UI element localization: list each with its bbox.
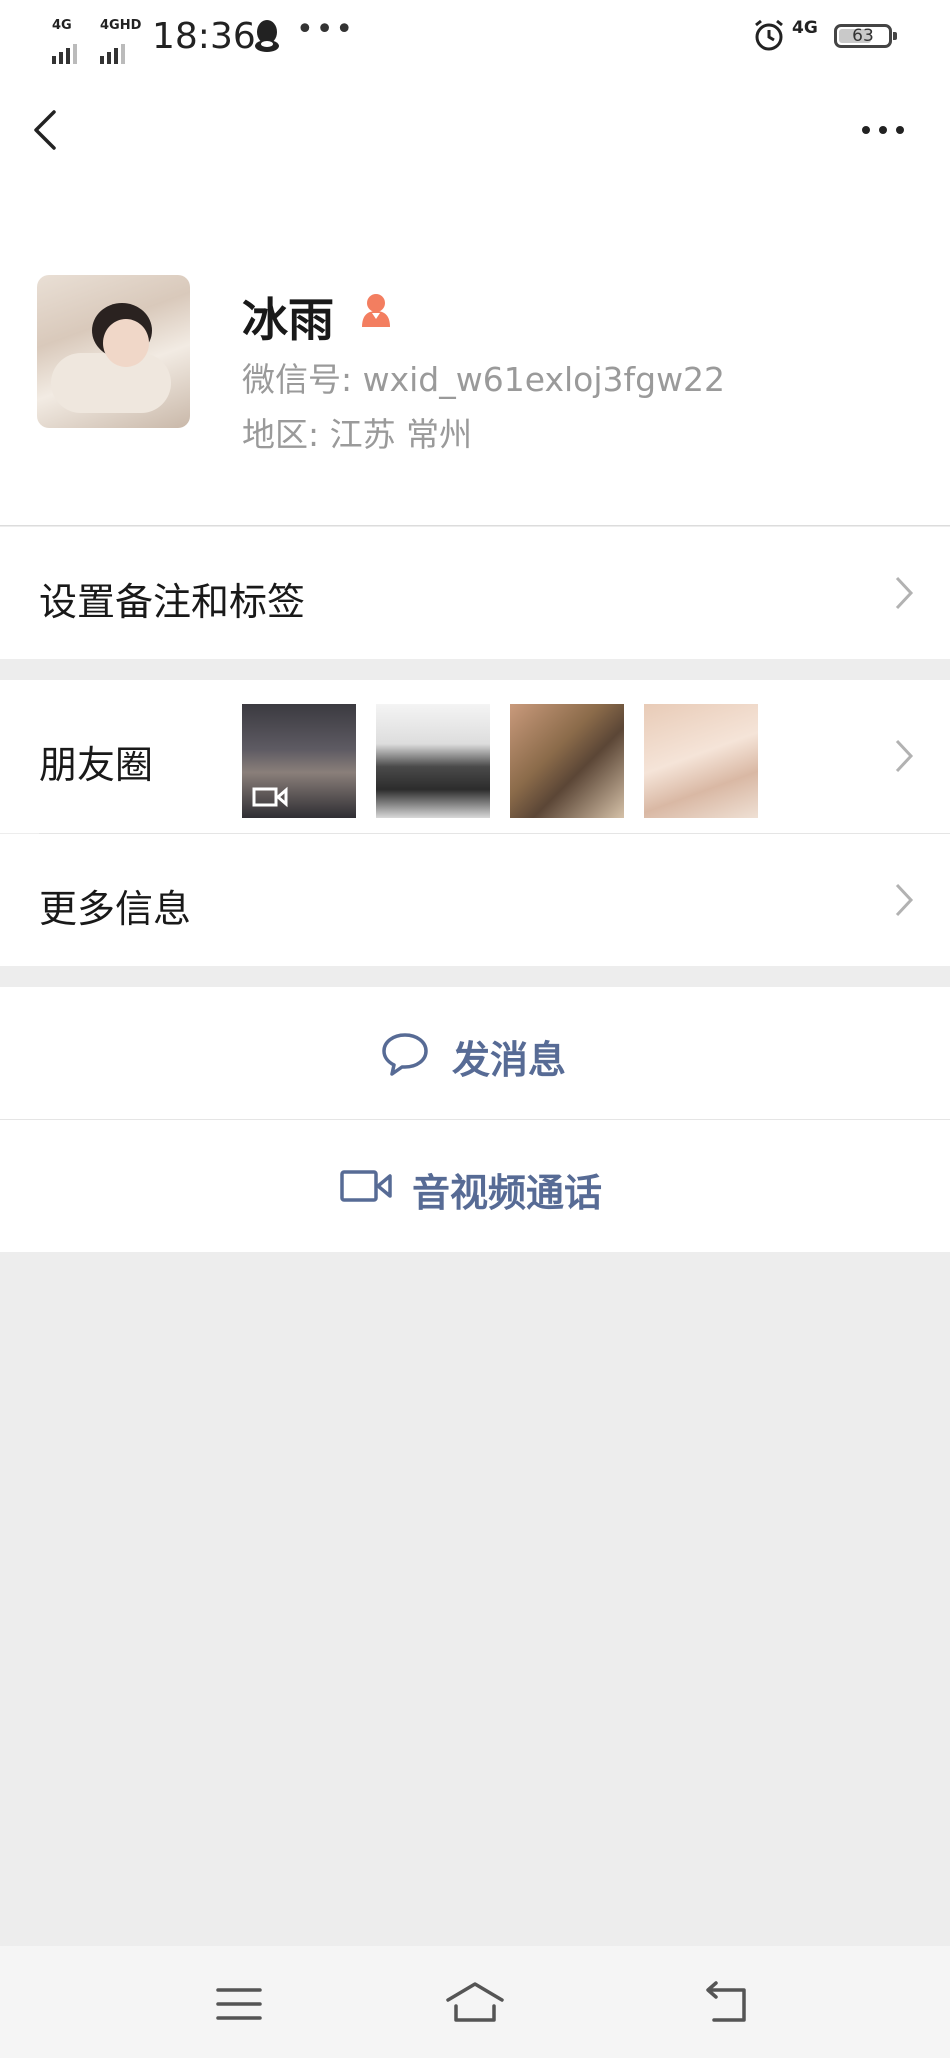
- profile-header: 冰雨 微信号: wxid_w61exloj3fgw22 地区: 江苏 常州: [0, 186, 950, 526]
- nav-bar: [0, 76, 950, 186]
- moments-label: 朋友圈: [39, 743, 154, 787]
- avatar[interactable]: [37, 275, 190, 428]
- chevron-right-icon: [895, 883, 914, 917]
- remark-tags-label: 设置备注和标签: [39, 580, 306, 624]
- video-icon: [252, 786, 288, 808]
- wechat-id: 微信号: wxid_w61exloj3fgw22: [242, 360, 726, 399]
- chat-bubble-icon: [382, 1033, 428, 1076]
- ellipsis-icon: [862, 126, 904, 134]
- region: 地区: 江苏 常州: [242, 415, 473, 454]
- network-type: 4G: [792, 18, 818, 38]
- moments-thumbnail: [510, 704, 624, 818]
- more-notifications-icon: •••: [296, 12, 356, 47]
- video-camera-icon: [340, 1170, 392, 1202]
- moments-row[interactable]: 朋友圈: [0, 680, 950, 833]
- moments-thumbnail: [242, 704, 356, 818]
- more-options-button[interactable]: [858, 118, 908, 142]
- video-call-button[interactable]: 音视频通话: [0, 1120, 950, 1252]
- status-bar: 4G 4GHD 18:36 ••• 4G 63: [0, 0, 950, 76]
- status-time: 18:36: [152, 16, 256, 57]
- chevron-right-icon: [895, 739, 914, 773]
- back-icon[interactable]: [700, 1980, 750, 2024]
- chevron-left-icon: [34, 110, 56, 150]
- back-button[interactable]: [30, 106, 70, 156]
- remark-tags-row[interactable]: 设置备注和标签: [0, 527, 950, 659]
- system-nav-bar: [0, 1946, 950, 2058]
- chevron-right-icon: [895, 576, 914, 610]
- qq-icon: [252, 18, 282, 58]
- moments-thumbnail: [376, 704, 490, 818]
- moments-thumbnail: [644, 704, 758, 818]
- female-user-icon: [356, 289, 396, 333]
- battery-level: 63: [852, 26, 874, 46]
- more-info-row[interactable]: 更多信息: [0, 834, 950, 966]
- video-call-label: 音视频通话: [412, 1171, 603, 1215]
- profile-name: 冰雨: [242, 293, 334, 347]
- send-message-label: 发消息: [452, 1038, 567, 1082]
- send-message-button[interactable]: 发消息: [0, 987, 950, 1119]
- menu-icon[interactable]: [216, 1986, 262, 2022]
- alarm-icon: [752, 18, 786, 56]
- more-info-label: 更多信息: [39, 887, 192, 931]
- home-icon[interactable]: [444, 1980, 506, 2024]
- battery-icon: 63: [834, 24, 897, 48]
